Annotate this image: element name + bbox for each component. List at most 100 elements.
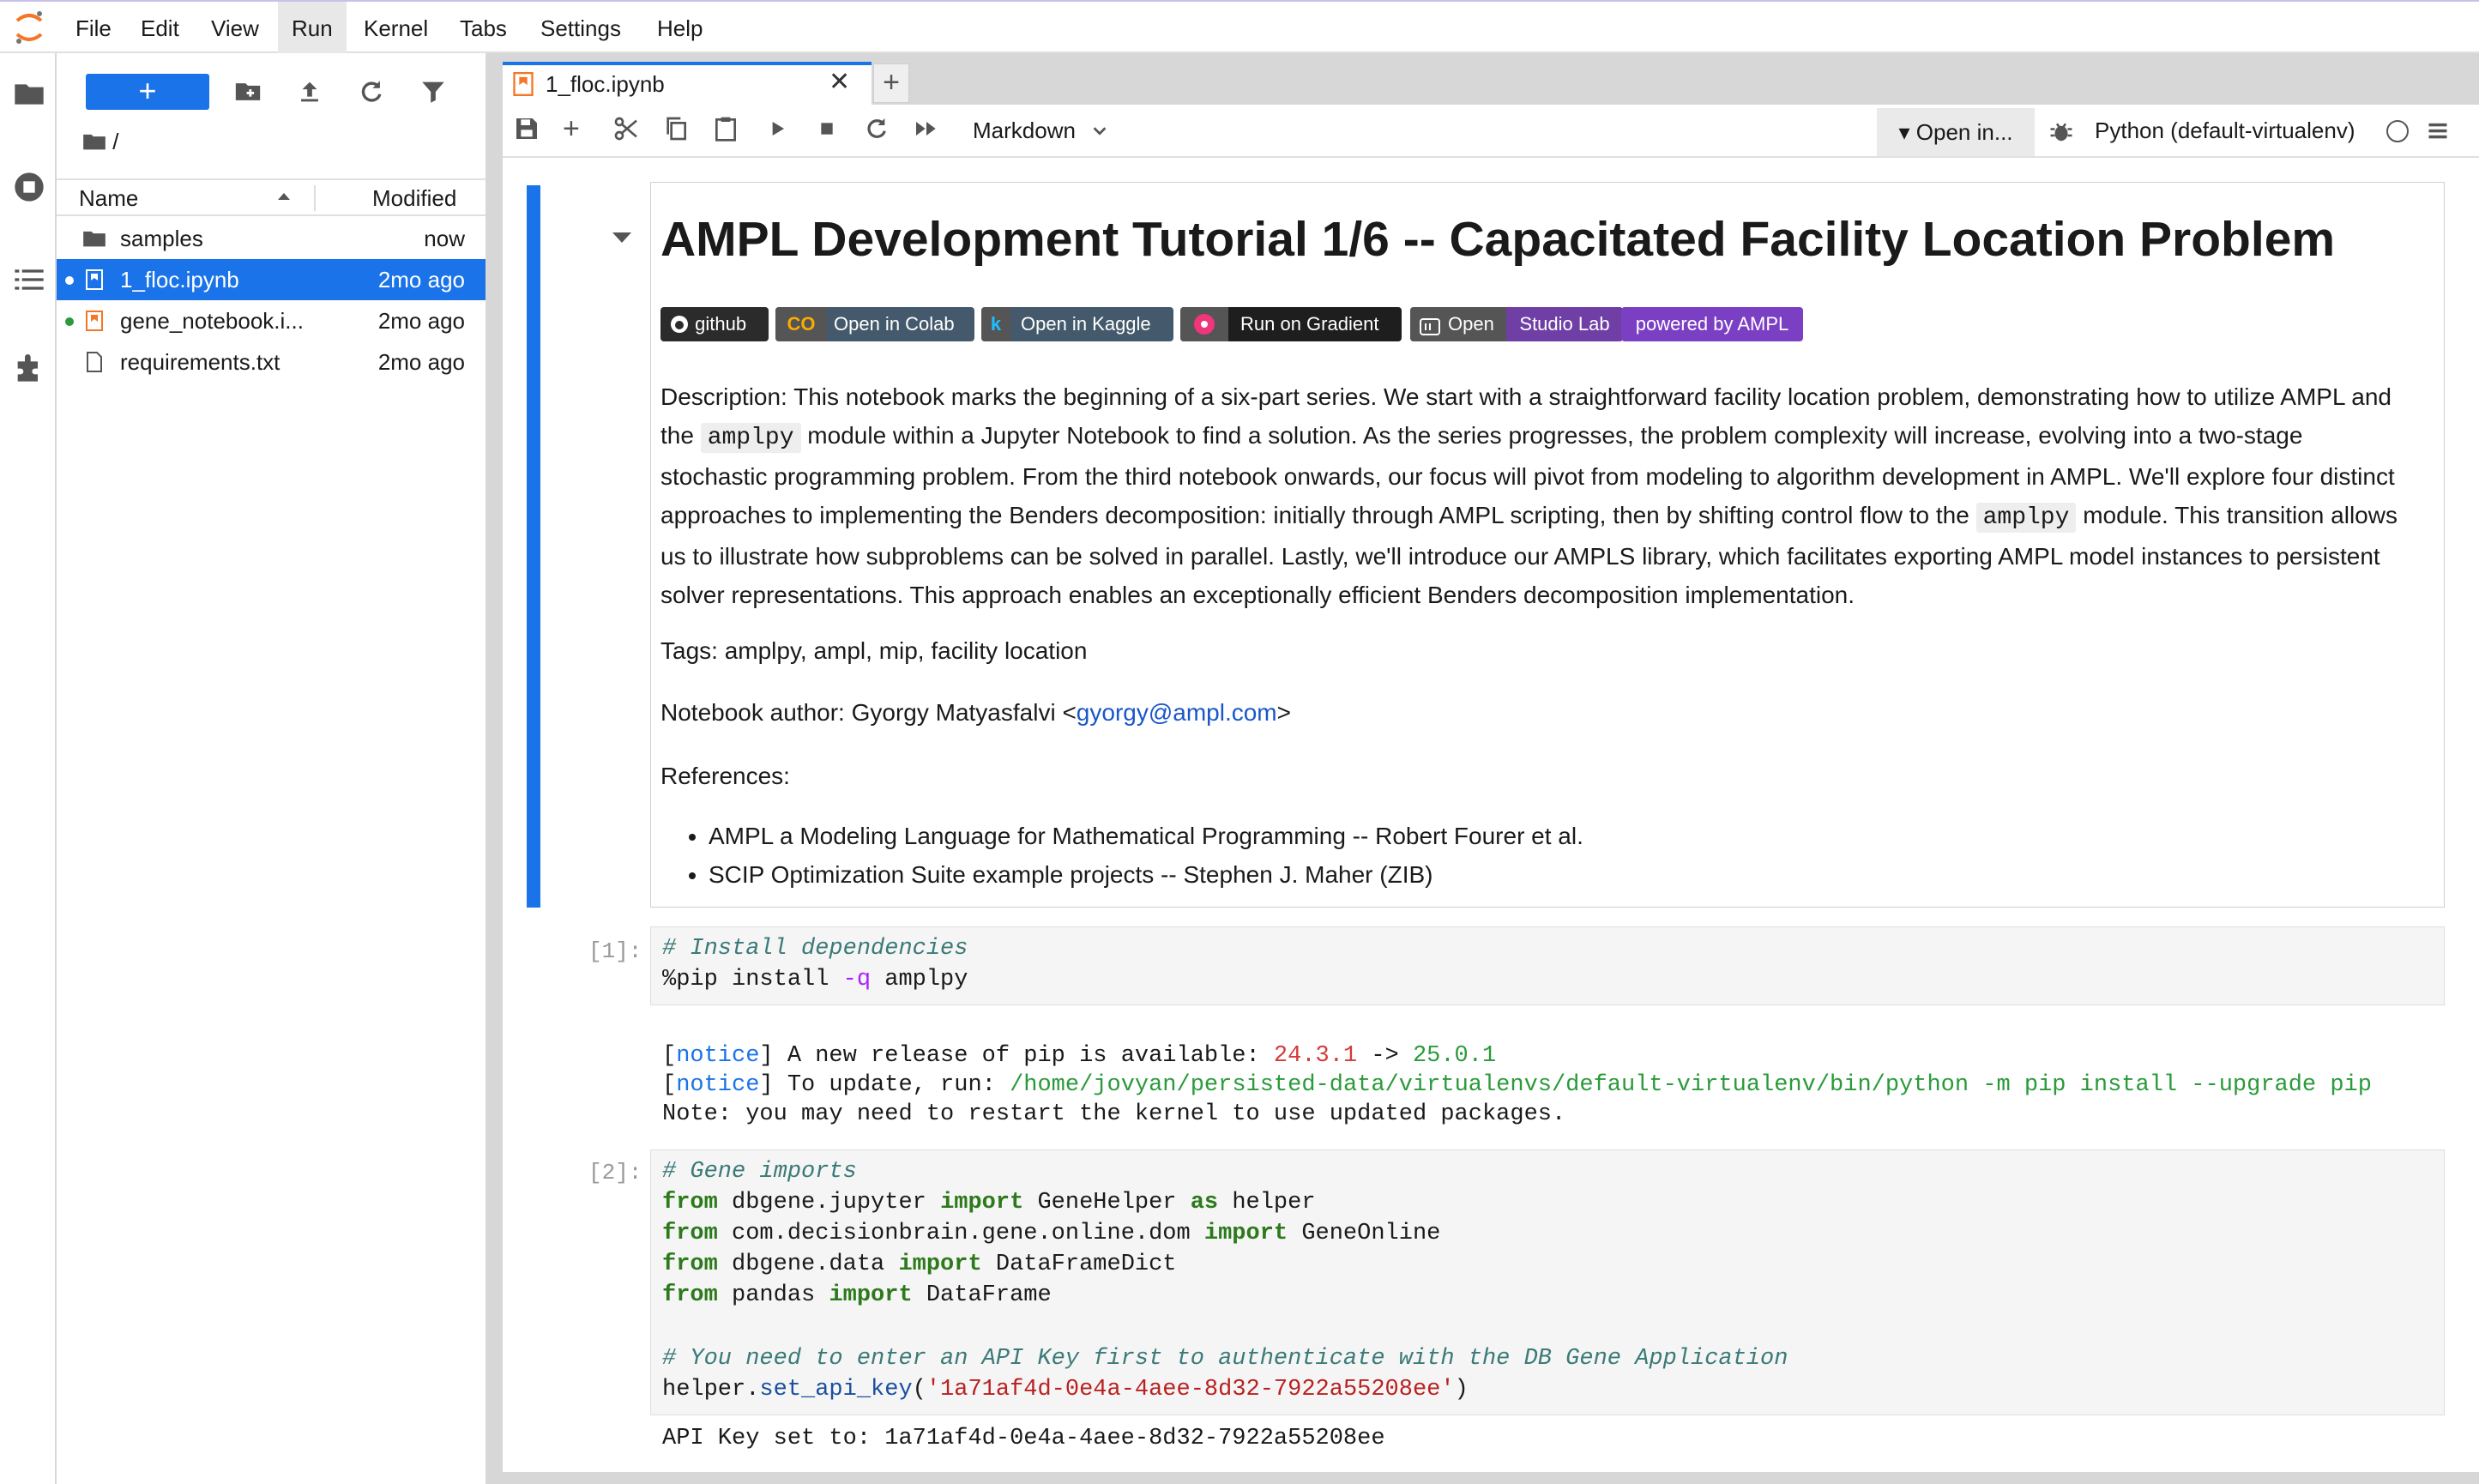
column-divider (314, 185, 316, 211)
code-line: from com.decisionbrain.gene.online.dom i… (662, 1218, 1440, 1249)
running-indicator-icon (65, 317, 74, 326)
code-line: from pandas import DataFrame (662, 1280, 1052, 1311)
menu-kernel[interactable]: Kernel (350, 2, 442, 55)
debugger-icon[interactable] (2048, 118, 2074, 148)
cut-icon[interactable] (612, 115, 643, 146)
author-text: Notebook author: Gyorgy Matyasfalvi < (660, 699, 1077, 726)
cell-type-select[interactable]: Markdown (973, 115, 1109, 146)
studio-lab-icon (1419, 314, 1441, 348)
code-line: helper.set_api_key('1a71af4d-0e4a-4aee-8… (662, 1374, 1469, 1405)
run-icon[interactable] (763, 115, 794, 146)
file-row-1-floc[interactable]: 1_floc.ipynb 2mo ago (57, 259, 486, 300)
folder-icon[interactable] (12, 77, 46, 112)
output-command: /home/jovyan/persisted-data/virtualenvs/… (1010, 1072, 2372, 1098)
restart-icon[interactable] (863, 115, 894, 146)
code-string: '1a71af4d-0e4a-4aee-8d32-7922a55208ee' (926, 1377, 1455, 1403)
code-text: %pip install (662, 967, 843, 992)
collapse-caret-icon[interactable] (611, 230, 633, 250)
notebook-icon (86, 311, 103, 331)
open-in-button[interactable]: ▾ Open in... (1877, 108, 2035, 156)
table-of-contents-icon[interactable] (12, 262, 46, 297)
code-text: helper. (662, 1377, 760, 1403)
file-browser: + / Name Modified samples now 1_floc.ipy… (57, 53, 487, 1484)
run-all-icon[interactable] (913, 115, 944, 146)
menu-tabs[interactable]: Tabs (446, 2, 521, 55)
insert-cell-icon[interactable]: + (563, 114, 594, 146)
running-kernels-icon[interactable] (12, 170, 46, 204)
extensions-icon[interactable] (12, 350, 46, 384)
copy-icon[interactable] (662, 115, 693, 146)
breadcrumb[interactable]: / (82, 129, 118, 155)
file-modified: 2mo ago (377, 349, 465, 375)
upload-icon[interactable] (295, 77, 329, 112)
code-line: from dbgene.data import DataFrameDict (662, 1249, 1177, 1280)
code-keyword: from (662, 1190, 718, 1216)
caret-down-icon: ▾ (1898, 119, 1910, 145)
close-icon[interactable]: ✕ (829, 67, 850, 97)
github-badge[interactable]: github (660, 307, 769, 341)
output-version-new: 25.0.1 (1412, 1043, 1497, 1069)
open-in-colab-badge[interactable]: CO Open in Colab (775, 307, 974, 341)
code-text: GeneOnline (1288, 1221, 1441, 1246)
stop-icon[interactable] (813, 115, 844, 146)
folder-icon (83, 231, 106, 247)
cell-prompt: [2]: (588, 1160, 642, 1185)
inline-code: amplpy (1975, 503, 2077, 533)
menu-run[interactable]: Run (278, 2, 347, 55)
file-row-gene-notebook[interactable]: gene_notebook.i... 2mo ago (57, 300, 486, 341)
sort-ascending-icon[interactable] (274, 185, 293, 212)
column-name[interactable]: Name (79, 180, 138, 216)
refresh-icon[interactable] (357, 77, 391, 112)
save-icon[interactable] (513, 115, 544, 146)
code-keyword: from (662, 1282, 718, 1308)
open-in-kaggle-badge[interactable]: k Open in Kaggle (981, 307, 1173, 341)
new-tab-button[interactable]: + (873, 63, 909, 103)
run-on-gradient-badge[interactable]: Run on Gradient (1180, 307, 1402, 341)
badge-label: Studio Lab (1506, 307, 1623, 341)
badge-label: Open in Colab (834, 313, 955, 335)
column-modified[interactable]: Modified (372, 180, 456, 216)
file-row-samples[interactable]: samples now (57, 218, 486, 259)
code-text: ) (1454, 1377, 1469, 1403)
output-line: [notice] To update, run: /home/jovyan/pe… (662, 1071, 2372, 1100)
activity-bar (0, 53, 57, 1484)
open-studio-lab-badge[interactable]: Open Studio Lab (1410, 307, 1623, 341)
output-line: [notice] A new release of pip is availab… (662, 1041, 1496, 1071)
code-keyword: as (1190, 1190, 1219, 1216)
code-text: DataFrame (912, 1282, 1052, 1308)
code-text: DataFrameDict (981, 1252, 1177, 1277)
tags-text: Tags: amplpy, ampl, mip, facility locati… (660, 637, 1088, 664)
new-launcher-button[interactable]: + (86, 74, 209, 110)
notebook-tab-icon (513, 72, 534, 100)
kernel-name[interactable]: Python (default-virtualenv) (2095, 115, 2355, 146)
badge-label: github (695, 313, 747, 335)
notebook-title: AMPL Development Tutorial 1/6 -- Capacit… (660, 212, 2336, 267)
open-in-label: Open in... (1915, 119, 2013, 145)
file-name: gene_notebook.i... (120, 308, 304, 334)
new-folder-icon[interactable] (233, 77, 268, 112)
output-notice: notice (676, 1043, 760, 1069)
author-email-link[interactable]: gyorgy@ampl.com (1077, 699, 1277, 726)
menubar: File Edit View Run Kernel Tabs Settings … (0, 0, 2479, 55)
cell-prompt: [1]: (588, 938, 642, 964)
file-row-requirements[interactable]: requirements.txt 2mo ago (57, 341, 486, 383)
menu-file[interactable]: File (62, 2, 125, 55)
code-text: pandas (717, 1282, 829, 1308)
tab-label: 1_floc.ipynb (546, 71, 665, 97)
author-suffix: > (1276, 699, 1291, 726)
menu-help[interactable]: Help (643, 2, 716, 55)
code-keyword: import (898, 1252, 982, 1277)
cell-type-value: Markdown (973, 118, 1076, 143)
menu-settings[interactable]: Settings (527, 2, 635, 55)
menu-icon[interactable] (2426, 118, 2450, 147)
code-text: ( (912, 1377, 926, 1403)
output-text: [ (662, 1072, 677, 1098)
filter-icon[interactable] (419, 77, 453, 112)
menu-edit[interactable]: Edit (127, 2, 193, 55)
menu-view[interactable]: View (197, 2, 273, 55)
powered-by-ampl-badge[interactable]: powered by AMPL (1621, 307, 1803, 341)
breadcrumb-folder-icon (83, 134, 106, 150)
paste-icon[interactable] (712, 115, 743, 146)
breadcrumb-path: / (112, 129, 119, 154)
code-comment: # Install dependencies (662, 936, 968, 962)
